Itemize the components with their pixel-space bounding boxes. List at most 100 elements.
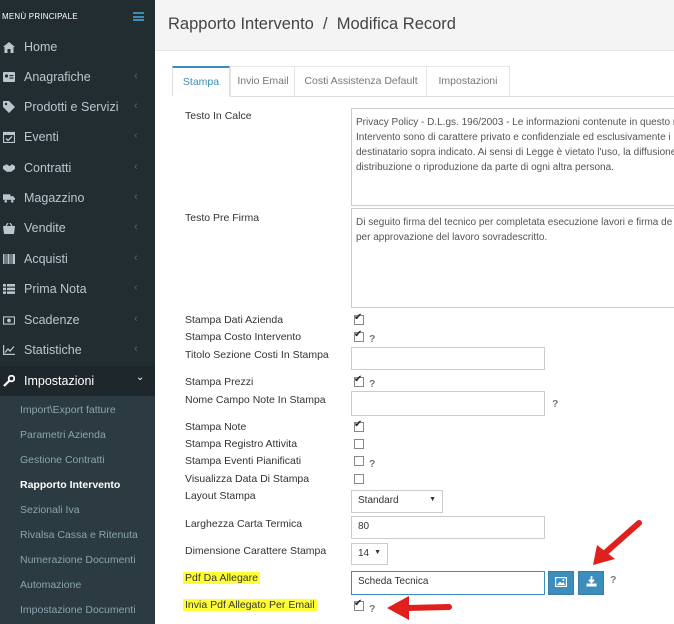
sidebar-item-scadenze[interactable]: Scadenze ‹ bbox=[0, 305, 155, 335]
sidebar: MENÙ PRINCIPALE Home Anagrafiche ‹ Prodo… bbox=[0, 0, 155, 624]
nome-campo-note-label: Nome Campo Note In Stampa bbox=[185, 394, 326, 406]
dimensione-carattere-label: Dimensione Carattere Stampa bbox=[185, 545, 327, 557]
sidebar-item-label: Scadenze bbox=[24, 313, 80, 327]
chevron-left-icon: ‹ bbox=[134, 100, 138, 112]
barcode-icon bbox=[3, 253, 15, 265]
tab-impostazioni[interactable]: Impostazioni bbox=[426, 66, 510, 96]
sidebar-item-magazzino[interactable]: Magazzino ‹ bbox=[0, 183, 155, 213]
submenu-item-impostazione-documenti[interactable]: Impostazione Documenti bbox=[20, 604, 136, 616]
hamburger-menu-icon[interactable] bbox=[133, 12, 144, 21]
invia-pdf-allegato-checkbox[interactable] bbox=[354, 598, 364, 611]
chart-icon bbox=[3, 344, 15, 356]
chevron-left-icon: ‹ bbox=[134, 191, 138, 203]
submenu-item-automazione[interactable]: Automazione bbox=[20, 579, 81, 591]
red-arrow-annotation bbox=[593, 520, 642, 565]
stampa-registro-attivita-checkbox[interactable] bbox=[354, 439, 364, 449]
testo-pre-firma-textarea[interactable]: Di seguito firma del tecnico per complet… bbox=[351, 208, 674, 308]
tab-invio-email[interactable]: Invio Email bbox=[230, 66, 296, 96]
sidebar-item-anagrafiche[interactable]: Anagrafiche ‹ bbox=[0, 62, 155, 92]
sidebar-item-eventi[interactable]: Eventi ‹ bbox=[0, 122, 155, 152]
main-content: Rapporto Intervento / Modifica Record St… bbox=[155, 0, 674, 624]
wrench-icon bbox=[3, 375, 15, 387]
textarea-line: distribuzione o riproduzione da parte di… bbox=[356, 162, 614, 173]
visualizza-data-di-stampa-checkbox[interactable] bbox=[354, 474, 364, 484]
submenu-item-parametri-azienda[interactable]: Parametri Azienda bbox=[20, 429, 106, 441]
dimensione-carattere-select[interactable]: 14 ▼ bbox=[351, 543, 388, 565]
page-header: Rapporto Intervento / Modifica Record bbox=[155, 0, 674, 51]
nome-campo-note-input[interactable] bbox=[351, 391, 545, 416]
larghezza-carta-termica-input[interactable]: 80 bbox=[351, 516, 545, 539]
stampa-registro-attivita-label: Stampa Registro Attivita bbox=[185, 438, 298, 450]
help-icon[interactable]: ? bbox=[369, 603, 375, 615]
help-icon[interactable]: ? bbox=[369, 458, 375, 470]
stampa-dati-azienda-checkbox[interactable] bbox=[354, 312, 364, 325]
submenu-item-import-export[interactable]: Import\Export fatture bbox=[20, 404, 116, 416]
testo-in-calce-textarea[interactable]: Privacy Policy - D.L.gs. 196/2003 - Le i… bbox=[351, 108, 674, 206]
titolo-sezione-costi-label: Titolo Sezione Costi In Stampa bbox=[185, 349, 329, 361]
sidebar-item-vendite[interactable]: Vendite ‹ bbox=[0, 213, 155, 243]
sidebar-title: MENÙ PRINCIPALE bbox=[2, 12, 78, 21]
sidebar-item-prodotti[interactable]: Prodotti e Servizi ‹ bbox=[0, 92, 155, 122]
sidebar-item-acquisti[interactable]: Acquisti ‹ bbox=[0, 244, 155, 274]
stampa-note-label: Stampa Note bbox=[185, 421, 247, 433]
stampa-prezzi-checkbox[interactable] bbox=[354, 374, 364, 387]
tab-bar: Stampa Invio Email Costi Assistenza Defa… bbox=[172, 66, 674, 97]
handshake-icon bbox=[3, 162, 15, 174]
basket-icon bbox=[3, 222, 15, 234]
sidebar-item-home[interactable]: Home bbox=[0, 32, 155, 62]
sidebar-item-label: Vendite bbox=[24, 221, 66, 235]
textarea-line: per approvazione del lavoro sovradescrit… bbox=[356, 232, 548, 243]
layout-stampa-select[interactable]: Standard ▼ bbox=[351, 490, 443, 513]
help-icon[interactable]: ? bbox=[369, 333, 375, 345]
invia-pdf-allegato-label: Invia Pdf Allegato Per Email bbox=[183, 599, 317, 611]
sidebar-item-label: Impostazioni bbox=[24, 374, 95, 388]
sidebar-item-label: Contratti bbox=[24, 161, 72, 175]
caret-down-icon: ▼ bbox=[429, 496, 436, 503]
sidebar-item-label: Statistiche bbox=[24, 343, 82, 357]
help-icon[interactable]: ? bbox=[369, 378, 375, 390]
sidebar-item-impostazioni[interactable]: Impostazioni ⌄ bbox=[0, 366, 155, 396]
sidebar-item-label: Acquisti bbox=[24, 252, 68, 266]
textarea-line: Di seguito firma del tecnico per complet… bbox=[356, 217, 673, 228]
chevron-left-icon: ‹ bbox=[134, 252, 138, 264]
money-icon bbox=[3, 314, 15, 326]
highlighted-label-text: Pdf Da Allegare bbox=[183, 572, 260, 584]
chevron-left-icon: ‹ bbox=[134, 161, 138, 173]
stampa-eventi-pianificati-label: Stampa Eventi Pianificati bbox=[185, 455, 302, 467]
sidebar-item-prima-nota[interactable]: Prima Nota ‹ bbox=[0, 274, 155, 304]
tag-icon bbox=[3, 101, 15, 113]
red-arrow-annotation bbox=[387, 596, 452, 620]
stampa-costo-intervento-checkbox[interactable] bbox=[354, 329, 364, 342]
help-icon[interactable]: ? bbox=[610, 574, 616, 586]
submenu-item-gestione-contratti[interactable]: Gestione Contratti bbox=[20, 454, 105, 466]
textarea-line: Privacy Policy - D.L.gs. 196/2003 - Le i… bbox=[356, 117, 674, 128]
testo-pre-firma-label: Testo Pre Firma bbox=[185, 212, 260, 224]
select-value: Standard bbox=[358, 495, 399, 506]
visualizza-data-di-stampa-label: Visualizza Data Di Stampa bbox=[185, 473, 310, 485]
sidebar-item-label: Magazzino bbox=[24, 191, 85, 205]
list-icon bbox=[3, 283, 15, 295]
download-button[interactable] bbox=[578, 571, 604, 595]
stampa-dati-azienda-label: Stampa Dati Azienda bbox=[185, 314, 284, 326]
submenu-item-rivalsa-cassa[interactable]: Rivalsa Cassa e Ritenuta bbox=[20, 529, 138, 541]
truck-icon bbox=[3, 192, 15, 204]
submenu-item-rapporto-intervento[interactable]: Rapporto Intervento bbox=[20, 479, 120, 491]
stampa-note-checkbox[interactable] bbox=[354, 419, 364, 432]
chevron-left-icon: ‹ bbox=[134, 70, 138, 82]
caret-down-icon: ▼ bbox=[374, 549, 381, 556]
tab-costi-assistenza-default[interactable]: Costi Assistenza Default bbox=[294, 66, 428, 96]
submenu-item-sezionali-iva[interactable]: Sezionali Iva bbox=[20, 504, 80, 516]
sidebar-item-contratti[interactable]: Contratti ‹ bbox=[0, 153, 155, 183]
textarea-line: destinatario sopra indicato. Ai sensi di… bbox=[356, 147, 674, 158]
stampa-eventi-pianificati-checkbox[interactable] bbox=[354, 456, 364, 466]
sidebar-item-label: Anagrafiche bbox=[24, 70, 91, 84]
pdf-da-allegare-input[interactable]: Scheda Tecnica bbox=[351, 571, 545, 595]
larghezza-carta-termica-label: Larghezza Carta Termica bbox=[185, 518, 303, 530]
sidebar-item-statistiche[interactable]: Statistiche ‹ bbox=[0, 335, 155, 365]
titolo-sezione-costi-input[interactable] bbox=[351, 347, 545, 370]
tab-stampa[interactable]: Stampa bbox=[172, 66, 230, 97]
submenu-item-numerazione-documenti[interactable]: Numerazione Documenti bbox=[20, 554, 136, 566]
chevron-left-icon: ‹ bbox=[134, 130, 138, 142]
help-icon[interactable]: ? bbox=[552, 398, 558, 410]
view-image-button[interactable] bbox=[548, 571, 574, 595]
